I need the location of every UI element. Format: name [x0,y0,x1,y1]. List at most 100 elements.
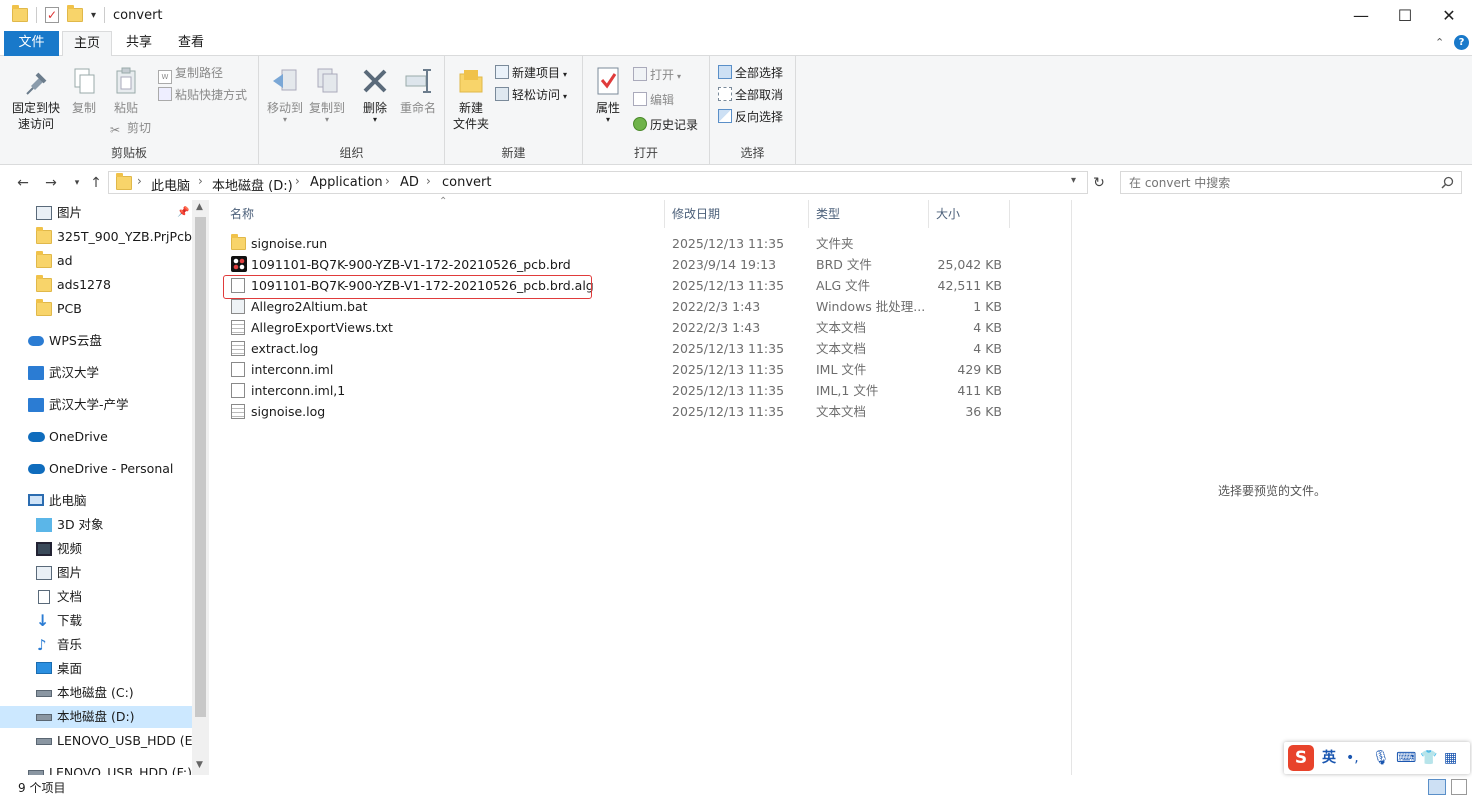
rename-button[interactable]: 重命名 [397,66,439,116]
delete-button[interactable]: 删除 ▾ [357,66,393,124]
forward-button[interactable]: → [42,174,60,192]
nav-item-pictures-pinned[interactable]: 图片 📌 [0,202,192,224]
tab-home[interactable]: 主页 [62,31,112,57]
nav-item-onedrive[interactable]: OneDrive [0,426,192,448]
select-none-button[interactable]: 全部取消 [718,85,783,105]
tab-view[interactable]: 查看 [166,31,216,56]
pin-quick-access-button[interactable]: 固定到快 速访问 [8,66,64,132]
breadcrumb-separator[interactable]: › [385,174,390,188]
nav-item-wps-cloud[interactable]: WPS云盘 [0,330,192,352]
select-all-button[interactable]: 全部选择 [718,63,783,83]
scroll-up-icon[interactable]: ▲ [196,202,203,212]
breadcrumb-separator[interactable]: › [426,174,431,188]
microphone-icon[interactable]: 🎙 [1372,748,1390,768]
keyboard-icon[interactable]: ⌨ [1396,748,1416,768]
nav-item-onedrive-personal[interactable]: OneDrive - Personal [0,458,192,480]
nav-item-videos[interactable]: 视频 [0,538,192,560]
nav-item-usb-f[interactable]: LENOVO_USB_HDD (F:) [0,762,192,775]
file-row[interactable]: interconn.iml 2025/12/13 11:35 IML 文件 42… [224,359,1004,380]
cut-button[interactable]: ✂ 剪切 [110,118,151,138]
refresh-icon[interactable]: ↻ [1090,174,1108,192]
column-header-name[interactable]: 名称 [224,200,665,228]
back-button[interactable]: ← [14,174,32,192]
nav-item-drive-d[interactable]: 本地磁盘 (D:) [0,706,192,728]
nav-item-325t-prjpcb[interactable]: 325T_900_YZB.PrjPcb [0,226,192,248]
file-row[interactable]: AllegroExportViews.txt 2022/2/3 1:43 文本文… [224,317,1004,338]
nav-item-ad[interactable]: ad [0,250,192,272]
nav-item-whu[interactable]: 武汉大学 [0,362,192,384]
file-row[interactable]: signoise.run 2025/12/13 11:35 文件夹 [224,233,1004,254]
history-button[interactable]: 历史记录 [633,115,698,135]
new-folder-qat-icon[interactable] [67,5,83,22]
column-header-modified[interactable]: 修改日期 [666,200,809,228]
copy-to-button[interactable]: 复制到 ▾ [307,66,347,124]
easy-access-button[interactable]: 轻松访问 ▾ [495,85,567,105]
folder-icon[interactable] [12,5,28,22]
recent-locations-chevron-icon[interactable]: ▾ [68,174,86,192]
nav-item-this-pc[interactable]: 此电脑 [0,490,192,512]
breadcrumb-ad[interactable]: AD [400,175,419,190]
file-row[interactable]: extract.log 2025/12/13 11:35 文本文档 4 KB [224,338,1004,359]
breadcrumb-application[interactable]: Application [310,175,383,190]
nav-item-drive-c[interactable]: 本地磁盘 (C:) [0,682,192,704]
file-row[interactable]: signoise.log 2025/12/13 11:35 文本文档 36 KB [224,401,1004,422]
open-button[interactable]: 打开 ▾ [633,65,681,85]
nav-scrollbar[interactable]: ▲ ▼ [192,200,209,775]
file-row[interactable]: Allegro2Altium.bat 2022/2/3 1:43 Windows… [224,296,1004,317]
search-box[interactable] [1120,171,1462,194]
file-row[interactable]: 1091101-BQ7K-900-YZB-V1-172-20210526_pcb… [224,254,1004,275]
nav-item-whu-industry[interactable]: 武汉大学-产学 [0,394,192,416]
nav-item-pcb[interactable]: PCB [0,298,192,320]
tab-share[interactable]: 共享 [114,31,164,56]
nav-item-ads1278[interactable]: ads1278 [0,274,192,296]
column-header-type[interactable]: 类型 [810,200,929,228]
nav-item-desktop[interactable]: 桌面 [0,658,192,680]
nav-item-3d-objects[interactable]: 3D 对象 [0,514,192,536]
collapse-ribbon-icon[interactable]: ⌃ [1435,36,1444,49]
properties-qat-icon[interactable]: ✓ [45,7,59,23]
paste-button[interactable]: 粘贴 [106,66,146,116]
up-button[interactable]: ↑ [87,174,105,192]
pin-icon[interactable]: 📌 [177,202,189,224]
paste-shortcut-button[interactable]: 粘贴快捷方式 [158,85,247,105]
copy-path-button[interactable]: W 复制路径 [158,63,223,84]
address-bar[interactable]: › 此电脑 › 本地磁盘 (D:) › Application › AD › c… [108,171,1088,194]
nav-item-music[interactable]: ♪ 音乐 [0,634,192,656]
file-row[interactable]: interconn.iml,1 2025/12/13 11:35 IML,1 文… [224,380,1004,401]
tab-file[interactable]: 文件 [4,31,59,56]
breadcrumb-this-pc[interactable]: 此电脑 [151,175,190,194]
new-folder-button[interactable]: 新建 文件夹 [451,66,491,132]
close-button[interactable]: ✕ [1426,0,1472,31]
skin-icon[interactable]: 👕 [1420,748,1437,768]
nav-scroll-thumb[interactable] [195,217,206,717]
nav-item-documents[interactable]: 文档 [0,586,192,608]
ime-mode-toggle[interactable]: 英 [1322,748,1336,768]
copy-button[interactable]: 复制 [66,66,102,116]
address-history-chevron-icon[interactable]: ▾ [1071,175,1076,186]
nav-item-downloads[interactable]: ↓ 下载 [0,610,192,632]
scroll-down-icon[interactable]: ▼ [196,760,203,770]
maximize-button[interactable]: ☐ [1382,0,1428,31]
punctuation-icon[interactable]: •, [1346,748,1359,768]
breadcrumb-separator[interactable]: › [137,174,142,188]
breadcrumb-convert[interactable]: convert [442,175,491,190]
search-icon[interactable] [1441,176,1454,189]
edit-button[interactable]: 编辑 [633,90,674,110]
properties-button[interactable]: 属性 ▾ [591,66,625,124]
nav-item-pictures[interactable]: 图片 [0,562,192,584]
search-input[interactable] [1129,174,1429,191]
customize-qat-chevron-icon[interactable]: ▾ [91,10,96,21]
minimize-button[interactable]: — [1338,0,1384,31]
move-to-button[interactable]: 移动到 ▾ [265,66,305,124]
sogou-logo-icon[interactable]: S [1288,745,1314,771]
breadcrumb-drive-d[interactable]: 本地磁盘 (D:) [212,175,293,194]
breadcrumb-separator[interactable]: › [295,174,300,188]
nav-item-usb-e[interactable]: LENOVO_USB_HDD (E:) [0,730,202,752]
new-item-button[interactable]: 新建项目 ▾ [495,63,567,83]
column-header-size[interactable]: 大小 [930,200,1010,228]
toolbox-icon[interactable]: ▦ [1444,748,1457,768]
large-icons-view-icon[interactable] [1451,779,1467,795]
invert-selection-button[interactable]: 反向选择 [718,107,783,127]
help-icon[interactable]: ? [1454,35,1469,50]
details-view-icon[interactable] [1428,779,1446,795]
